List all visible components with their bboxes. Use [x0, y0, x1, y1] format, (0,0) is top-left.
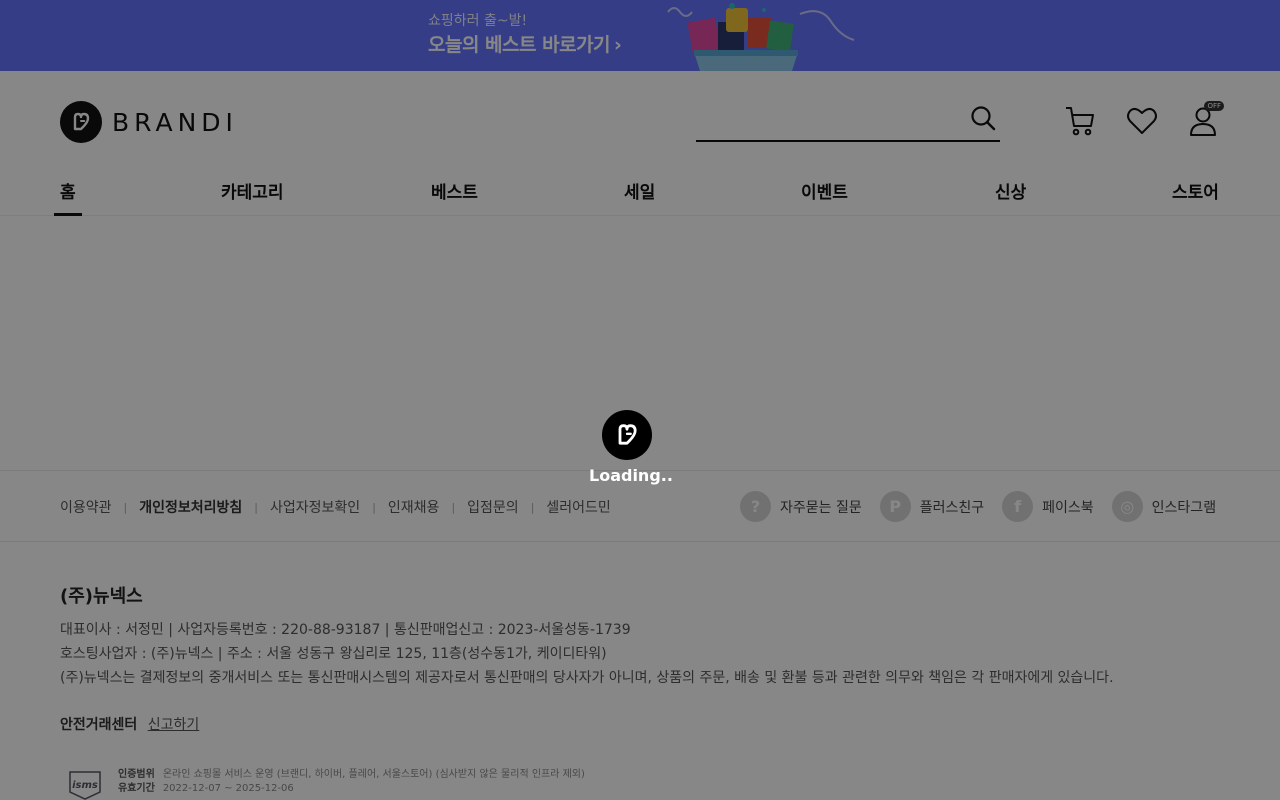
- loading-spinner: Loading..: [589, 410, 673, 485]
- loading-overlay: Loading..: [0, 0, 1280, 800]
- brandi-loading-icon: [602, 410, 652, 460]
- heart-b-icon: [618, 424, 637, 445]
- loading-text: Loading..: [589, 466, 673, 485]
